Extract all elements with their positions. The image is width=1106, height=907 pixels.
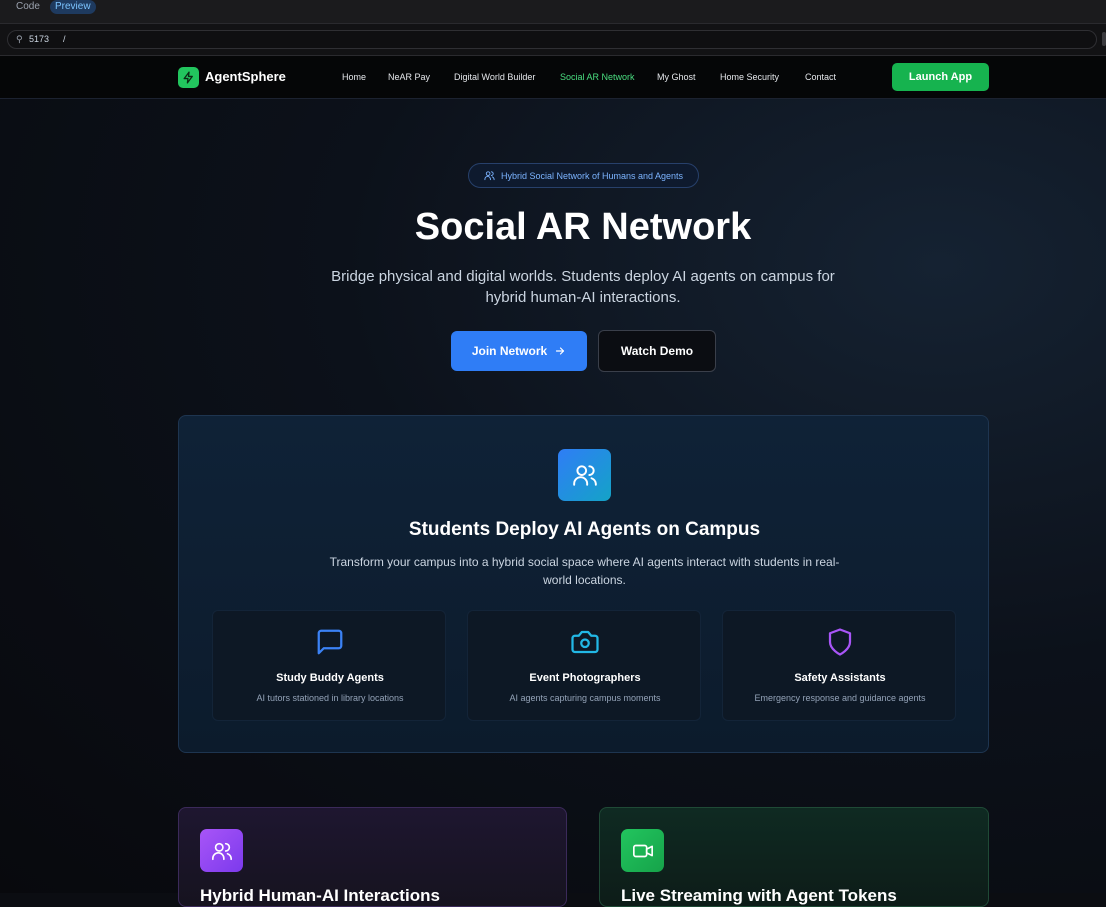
url-bar: ⚲ 5173 / (0, 24, 1106, 56)
arrow-right-icon (556, 347, 565, 355)
feature-card-study-buddy[interactable]: Study Buddy Agents AI tutors stationed i… (212, 610, 446, 721)
nav-link-contact[interactable]: Contact (805, 72, 836, 82)
launch-app-button[interactable]: Launch App (892, 63, 989, 91)
feature-title: Study Buddy Agents (276, 672, 384, 684)
users-icon (484, 171, 495, 181)
hero-subtitle: Bridge physical and digital worlds. Stud… (331, 268, 835, 306)
watch-demo-button[interactable]: Watch Demo (598, 330, 716, 372)
feature-desc: Emergency response and guidance agents (754, 693, 926, 703)
brand-name[interactable]: AgentSphere (205, 69, 286, 84)
preview-page: AgentSphere Home NeAR Pay Digital World … (0, 56, 1106, 907)
users-icon (211, 842, 232, 860)
zap-icon (183, 71, 193, 84)
nav-link-home[interactable]: Home (342, 72, 366, 82)
hero-badge-text: Hybrid Social Network of Humans and Agen… (500, 170, 684, 181)
camera-icon (571, 630, 599, 654)
feature-desc: AI agents capturing campus moments (509, 693, 661, 703)
shield-icon (828, 628, 852, 656)
url-path[interactable]: / (63, 34, 66, 44)
users-icon (572, 465, 597, 486)
campus-title: Students Deploy AI Agents on Campus (408, 519, 761, 540)
card-title: Hybrid Human-AI Interactions (200, 886, 440, 905)
link-icon: ⚲ (16, 34, 23, 44)
url-port: 5173 (29, 34, 50, 44)
url-field[interactable]: ⚲ 5173 / (7, 30, 1097, 49)
hybrid-interactions-card[interactable]: Hybrid Human-AI Interactions (178, 807, 567, 907)
live-streaming-card[interactable]: Live Streaming with Agent Tokens (599, 807, 989, 907)
page-title: Social AR Network (414, 206, 752, 248)
nav-link-my-ghost[interactable]: My Ghost (657, 72, 696, 82)
editor-tabbar: Code Preview (0, 0, 1106, 24)
join-network-label: Join Network (471, 344, 548, 358)
card-icon-badge (621, 829, 664, 872)
tab-code[interactable]: Code (11, 0, 45, 14)
feature-title: Safety Assistants (794, 672, 886, 684)
card-icon-badge (200, 829, 243, 872)
nav-link-social-ar-network[interactable]: Social AR Network (560, 72, 635, 82)
tab-preview[interactable]: Preview (50, 0, 96, 14)
nav-link-home-security[interactable]: Home Security (720, 72, 779, 82)
join-network-button[interactable]: Join Network (451, 331, 587, 371)
campus-users-badge (558, 449, 611, 501)
nav-link-digital-world-builder[interactable]: Digital World Builder (454, 72, 535, 82)
scrollbar-handle[interactable] (1102, 32, 1106, 46)
campus-section: Students Deploy AI Agents on Campus Tran… (178, 415, 989, 753)
navbar: AgentSphere Home NeAR Pay Digital World … (0, 56, 1106, 99)
feature-card-event-photographers[interactable]: Event Photographers AI agents capturing … (467, 610, 701, 721)
feature-title: Event Photographers (529, 672, 641, 684)
feature-card-safety-assistants[interactable]: Safety Assistants Emergency response and… (722, 610, 956, 721)
logo-mark[interactable] (178, 67, 199, 88)
campus-description: Transform your campus into a hybrid soci… (329, 555, 840, 587)
hero-badge: Hybrid Social Network of Humans and Agen… (468, 163, 699, 188)
feature-desc: AI tutors stationed in library locations (256, 693, 404, 703)
card-title: Live Streaming with Agent Tokens (621, 886, 897, 905)
message-square-icon (317, 629, 343, 655)
nav-link-near-pay[interactable]: NeAR Pay (388, 72, 430, 82)
video-icon (632, 844, 653, 857)
